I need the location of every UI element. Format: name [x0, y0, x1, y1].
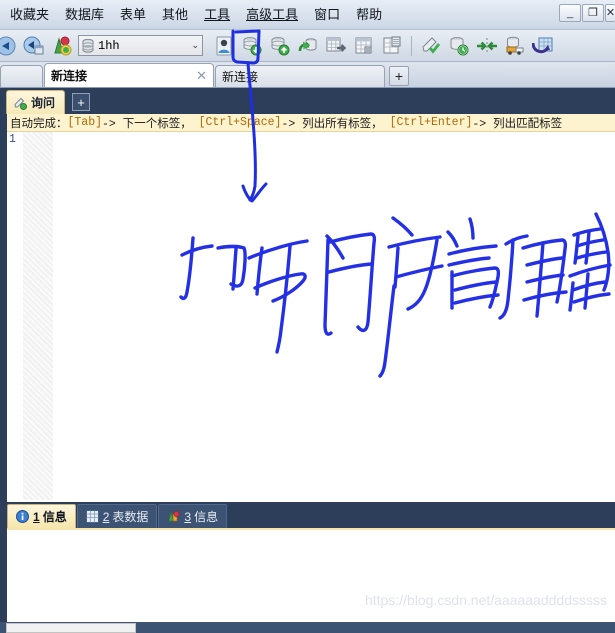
- line-number-1: 1: [9, 133, 16, 146]
- editor-body[interactable]: 1: [7, 132, 615, 500]
- back-navigate-icon[interactable]: [0, 32, 19, 60]
- database-selector-value: 1hh: [98, 38, 120, 53]
- database-selector[interactable]: 1hh ⌄: [78, 35, 203, 56]
- autocomplete-hint-prefix: 自动完成：: [10, 117, 68, 131]
- add-connection-tab-button[interactable]: +: [389, 66, 409, 86]
- code-area[interactable]: [53, 132, 615, 500]
- window-controls: _ ❐ ✕: [558, 4, 615, 22]
- close-button[interactable]: ✕: [605, 4, 615, 22]
- sql-editor: 自动完成： [Tab] -> 下一个标签， [Ctrl+Space] -> 列出…: [0, 114, 615, 502]
- menu-item-other[interactable]: 其他: [154, 5, 196, 25]
- close-icon[interactable]: ✕: [188, 68, 207, 84]
- menu-items: 收藏夹 数据库 表单 其他 工具 高级工具 窗口 帮助: [0, 5, 390, 25]
- menu-item-database[interactable]: 数据库: [57, 5, 112, 25]
- tab-result-1-label: 信息: [42, 510, 67, 524]
- autocomplete-key-ctrl-space: [Ctrl+Space]: [198, 116, 282, 129]
- tab-result-1-number: 1: [33, 509, 40, 524]
- open-database-icon[interactable]: [239, 32, 265, 60]
- connection-tab-0[interactable]: [0, 65, 43, 87]
- status-bar-chip: [6, 623, 136, 633]
- menu-item-help[interactable]: 帮助: [348, 5, 390, 25]
- refresh-database-icon[interactable]: [295, 32, 321, 60]
- menu-item-tools[interactable]: 工具: [196, 5, 238, 25]
- tab-result-info-3[interactable]: 3 信息: [158, 504, 228, 528]
- autocomplete-key-tab: [Tab]: [67, 116, 103, 129]
- restore-button[interactable]: ❐: [582, 4, 604, 22]
- autocomplete-key-ctrl-enter: [Ctrl+Enter]: [389, 116, 473, 129]
- menu-item-window[interactable]: 窗口: [306, 5, 348, 25]
- tab-result-2-number: 2: [102, 509, 110, 524]
- export-table-icon[interactable]: [323, 32, 349, 60]
- add-query-button[interactable]: +: [72, 93, 91, 111]
- connection-window-icon[interactable]: [21, 32, 47, 60]
- main-toolbar: 1hh ⌄: [0, 30, 615, 62]
- table-grid-icon[interactable]: [351, 32, 377, 60]
- tab-query-label: 询问: [31, 96, 56, 110]
- autocomplete-hint-bar: 自动完成： [Tab] -> 下一个标签， [Ctrl+Space] -> 列出…: [7, 114, 615, 132]
- info-icon: [16, 510, 29, 523]
- autocomplete-text-ctrl-space: -> 列出所有标签，: [281, 117, 383, 131]
- backup-icon[interactable]: [418, 32, 444, 60]
- left-rail: [0, 502, 7, 633]
- tab-result-table-data[interactable]: 2 表数据: [76, 504, 158, 528]
- user-manager-icon[interactable]: [211, 32, 237, 60]
- close-database-icon[interactable]: [267, 32, 293, 60]
- new-connection-icon[interactable]: [49, 32, 75, 60]
- tab-result-3-label: 信息: [194, 510, 219, 524]
- table-design-icon[interactable]: [379, 32, 405, 60]
- toolbar-separator: [411, 35, 412, 56]
- connection-tab-new-connection-active[interactable]: 新连接 ✕: [44, 63, 214, 87]
- query-icon: [13, 96, 27, 110]
- menu-bar: 收藏夹 数据库 表单 其他 工具 高级工具 窗口 帮助 _ ❐ ✕: [0, 0, 615, 30]
- autocomplete-text-ctrl-enter: -> 列出匹配标签: [472, 117, 563, 131]
- chevron-down-icon[interactable]: ⌄: [191, 40, 199, 51]
- gutter-band: [23, 132, 53, 500]
- tab-result-info-1[interactable]: 1 信息: [7, 504, 76, 528]
- schedule-database-icon[interactable]: [446, 32, 472, 60]
- result-panel: https://blog.csdn.net/aaaaaaddddsssss: [7, 528, 615, 626]
- tab-query[interactable]: 询问: [6, 90, 66, 114]
- tab-result-2-label: 表数据: [112, 510, 149, 524]
- data-transfer-icon[interactable]: [474, 32, 500, 60]
- database-icon: [82, 38, 94, 53]
- menu-item-favorites[interactable]: 收藏夹: [2, 5, 57, 25]
- sql-text: [53, 132, 615, 133]
- connection-tab-new-connection[interactable]: 新连接: [215, 65, 385, 87]
- watermark: https://blog.csdn.net/aaaaaaddddsssss: [364, 592, 607, 608]
- data-sync-icon[interactable]: [530, 32, 556, 60]
- connection-tab-1-label: 新连接: [51, 69, 88, 83]
- profile-info-icon: [167, 510, 180, 523]
- menu-item-form[interactable]: 表单: [112, 5, 154, 25]
- minimize-button[interactable]: _: [559, 4, 581, 22]
- line-number-gutter: 1: [7, 132, 23, 500]
- table-data-icon: [85, 510, 99, 523]
- result-tab-strip: 1 信息 2 表数据 3 信息: [7, 502, 615, 528]
- query-tab-bar: 询问 +: [0, 88, 615, 114]
- connection-tab-strip: 新连接 ✕ 新连接 +: [0, 62, 615, 88]
- navicat-window: 收藏夹 数据库 表单 其他 工具 高级工具 窗口 帮助 _ ❐ ✕ 1hh ⌄ …: [0, 0, 615, 633]
- tab-result-3-number: 3: [184, 509, 192, 524]
- menu-item-advanced-tools[interactable]: 高级工具: [238, 5, 306, 25]
- autocomplete-text-tab: -> 下一个标签，: [102, 117, 192, 131]
- data-import-icon[interactable]: [502, 32, 528, 60]
- connection-tab-2-label: 新连接: [222, 70, 259, 84]
- status-bar: [0, 622, 615, 633]
